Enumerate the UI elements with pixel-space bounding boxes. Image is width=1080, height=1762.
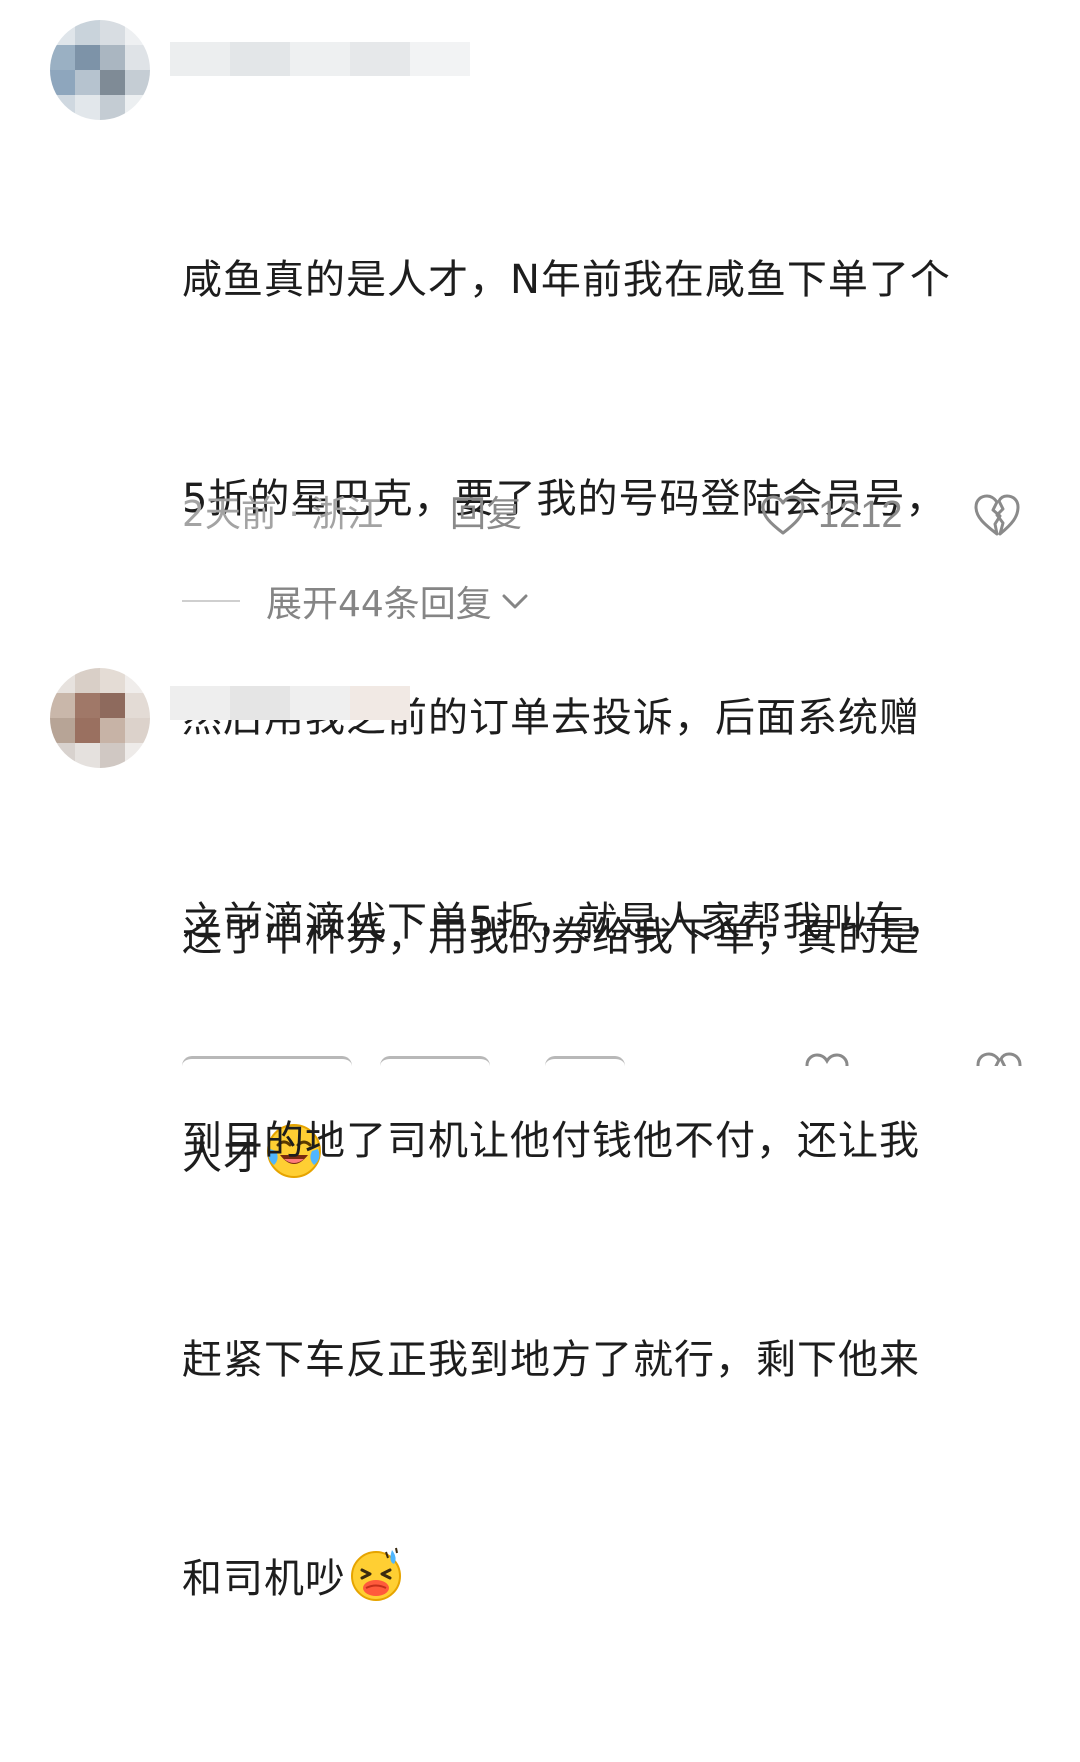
meta-cutoff-shape (182, 1056, 352, 1066)
comment-line: 咸鱼真的是人才，N年前我在咸鱼下单了个 (182, 257, 951, 303)
like-count: 1212 (818, 493, 903, 536)
heart-icon[interactable] (804, 1052, 850, 1066)
avatar[interactable] (50, 20, 150, 120)
comment-line: 之前滴滴代下单5折，就是人家帮我叫车， (182, 899, 947, 945)
sweating-smile-emoji-icon (351, 1547, 401, 1601)
expand-replies[interactable]: 展开44条回复 (182, 576, 532, 626)
comment-text: 之前滴滴代下单5折，就是人家帮我叫车， 到目的地了司机让他付钱他不付，还让我 赶… (182, 740, 1042, 1762)
expand-divider (182, 600, 240, 602)
comment-meta: 2天前 · 浙江 (182, 494, 384, 535)
comment-line-last: 和司机吵 (182, 1543, 1042, 1616)
broken-heart-icon (974, 494, 1020, 536)
meta-cutoff-shape (380, 1056, 490, 1066)
heart-icon (761, 495, 805, 535)
avatar[interactable] (50, 668, 150, 768)
reply-button[interactable]: 回复 (450, 490, 522, 540)
like-button[interactable]: 1212 (760, 490, 903, 540)
expand-replies-label: 展开44条回复 (266, 584, 492, 625)
dislike-button[interactable] (972, 490, 1022, 540)
comment-line: 赶紧下车反正我到地方了就行，剩下他来 (182, 1337, 920, 1383)
comment-line-text: 和司机吵 (182, 1556, 346, 1602)
username-blurred[interactable] (170, 42, 470, 76)
reply-cutoff-shape (545, 1056, 625, 1066)
comment-line: 到目的地了司机让他付钱他不付，还让我 (182, 1118, 920, 1164)
broken-heart-icon[interactable] (974, 1050, 1024, 1066)
chevron-down-icon (502, 594, 528, 609)
username-blurred[interactable] (170, 686, 470, 720)
comment-footer-cutoff (0, 1048, 1080, 1066)
